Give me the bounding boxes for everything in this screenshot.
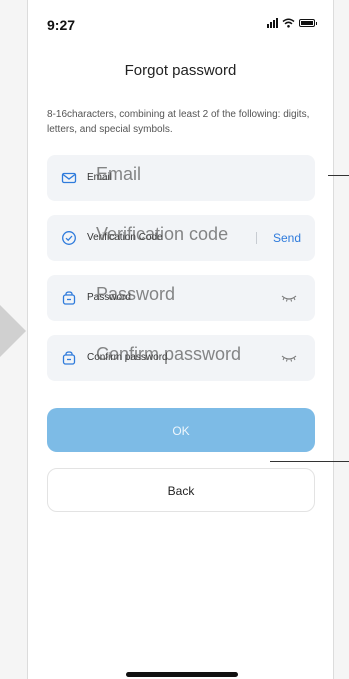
password-hint: 8-16characters, combining at least 2 of … [47, 109, 310, 135]
status-bar: 9:27 [28, 0, 333, 40]
password-placeholder: Password [96, 284, 176, 304]
email-field[interactable]: Email Email [47, 155, 315, 201]
wifi-icon [282, 18, 295, 28]
status-time: 9:27 [47, 17, 76, 33]
send-divider [256, 232, 257, 244]
side-arrow-decoration [0, 305, 26, 357]
eye-closed-icon[interactable] [281, 293, 297, 303]
ok-button[interactable]: OK [47, 408, 315, 452]
eye-closed-icon[interactable] [281, 353, 297, 363]
page-title: Forgot password [124, 62, 237, 79]
verification-code-field[interactable]: Verification Code Verification code Send [47, 215, 315, 261]
battery-icon [299, 18, 317, 27]
callout-line [328, 175, 349, 176]
shield-check-icon [62, 231, 76, 245]
mail-icon [61, 172, 77, 184]
confirm-password-placeholder: Confirm password [96, 344, 242, 364]
status-icons [267, 17, 317, 28]
home-indicator [126, 672, 238, 677]
back-button[interactable]: Back [47, 468, 315, 512]
email-placeholder: Email [96, 164, 142, 184]
verification-placeholder: Verification code [96, 224, 229, 244]
phone-screen: 9:27 Forgot password 8-16characters, com… [27, 0, 334, 679]
lock-icon [62, 351, 76, 365]
password-field[interactable]: Password Password [47, 275, 315, 321]
signal-icon [267, 17, 278, 28]
send-code-button[interactable]: Send [273, 231, 301, 245]
confirm-password-field[interactable]: Confirm password Confirm password [47, 335, 315, 381]
lock-icon [62, 291, 76, 305]
callout-line [270, 461, 349, 462]
